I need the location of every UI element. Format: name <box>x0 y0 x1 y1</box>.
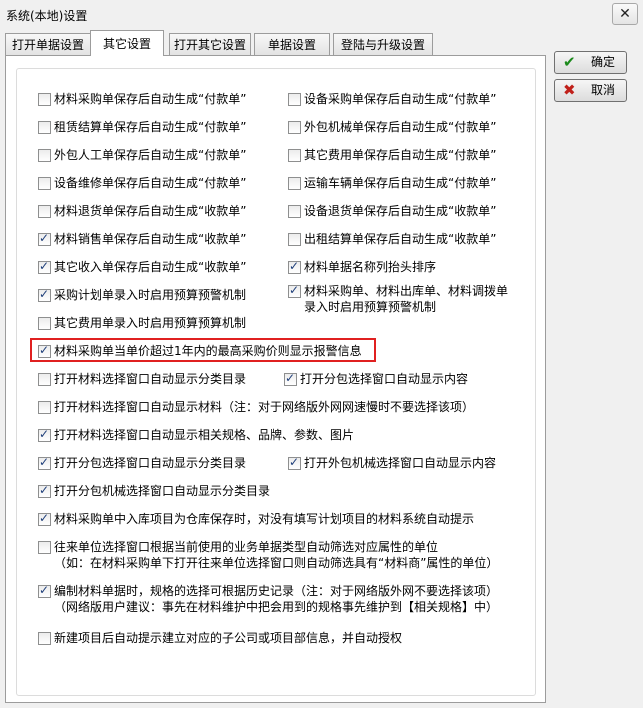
checkbox-box[interactable] <box>38 317 51 330</box>
option-label: 打开分包选择窗口自动显示内容 <box>300 372 469 386</box>
checkbox-box[interactable] <box>38 93 51 106</box>
tab-open-document-settings[interactable]: 打开单据设置 <box>5 33 91 55</box>
option-label: 打开分包机械选择窗口自动显示分类目录 <box>54 484 271 498</box>
highlight-frame <box>30 338 376 362</box>
checkbox-box[interactable] <box>38 287 51 302</box>
checkbox-box[interactable] <box>38 149 51 162</box>
option-label: 材料采购单、材料出库单、材料调拨单 <box>304 284 509 298</box>
option-label: 材料采购单保存后自动生成“付款单” <box>54 92 247 106</box>
option-label: 打开分包选择窗口自动显示分类目录 <box>54 456 247 470</box>
option-label: 编制材料单据时，规格的选择可根据历史记录（注：对于网络版外网不要选择该项） <box>54 584 499 598</box>
checkbox-box[interactable] <box>38 427 51 442</box>
checkbox-box[interactable] <box>288 149 301 162</box>
window-title: 系统(本地)设置 <box>6 9 88 23</box>
checkbox-box[interactable] <box>38 231 51 246</box>
x-icon: ✖ <box>563 81 576 99</box>
option-label: 打开材料选择窗口自动显示相关规格、品牌、参数、图片 <box>54 428 355 442</box>
check-icon: ✔ <box>563 53 576 71</box>
option-label: 租赁结算单保存后自动生成“付款单” <box>54 120 247 134</box>
option-sublabel: （网络版用户建议：事先在材料维护中把会用到的规格事先维护到【相关规格】中） <box>54 600 499 614</box>
checkbox-box[interactable] <box>38 632 51 645</box>
option-label: 往来单位选择窗口根据当前使用的业务单据类型自动筛选对应属性的单位 <box>54 540 439 554</box>
checkbox-box[interactable] <box>288 283 301 298</box>
cancel-button[interactable]: ✖ 取消 <box>554 79 627 102</box>
checkbox-box[interactable] <box>288 205 301 218</box>
checkbox-box[interactable] <box>38 455 51 470</box>
option-label: 设备维修单保存后自动生成“付款单” <box>54 176 247 190</box>
checkbox-box[interactable] <box>38 259 51 274</box>
option-label: 打开外包机械选择窗口自动显示内容 <box>304 456 497 470</box>
option-label: 采购计划单录入时启用预算预警机制 <box>54 288 247 302</box>
checkbox-box[interactable] <box>284 371 297 386</box>
checkbox-box[interactable] <box>38 205 51 218</box>
option-label: 外包人工单保存后自动生成“付款单” <box>54 148 247 162</box>
checkbox-box[interactable] <box>38 373 51 386</box>
title-bar: 系统(本地)设置 ✕ <box>0 0 643 28</box>
option-label: 设备采购单保存后自动生成“付款单” <box>304 92 497 106</box>
option-label: 其它费用单保存后自动生成“付款单” <box>304 148 497 162</box>
option-label: 运输车辆单保存后自动生成“付款单” <box>304 176 497 190</box>
checkbox-box[interactable] <box>38 121 51 134</box>
option-label: 出租结算单保存后自动生成“收款单” <box>304 232 497 246</box>
option-label: 其它收入单保存后自动生成“收款单” <box>54 260 247 274</box>
checkbox-box[interactable] <box>288 93 301 106</box>
checkbox-box[interactable] <box>288 455 301 470</box>
option-label: 新建项目后自动提示建立对应的子公司或项目部信息，并自动授权 <box>54 631 403 645</box>
close-button[interactable]: ✕ <box>612 3 638 25</box>
tab-document-settings[interactable]: 单据设置 <box>254 33 330 55</box>
option-sublabel: （如：在材料采购单下打开往来单位选择窗口则自动筛选具有“材料商”属性的单位） <box>54 556 499 570</box>
option-label: 打开材料选择窗口自动显示材料（注：对于网络版外网网速慢时不要选择该项） <box>54 400 475 414</box>
tab-login-upgrade-settings[interactable]: 登陆与升级设置 <box>333 33 433 55</box>
close-icon: ✕ <box>619 6 631 22</box>
option-label: 材料退货单保存后自动生成“收款单” <box>54 204 247 218</box>
option-label: 其它费用单录入时启用预算预算机制 <box>54 316 247 330</box>
option-label: 打开材料选择窗口自动显示分类目录 <box>54 372 247 386</box>
checkbox-box[interactable] <box>38 401 51 414</box>
option-label: 材料采购单中入库项目为仓库保存时，对没有填写计划项目的材料系统自动提示 <box>54 512 475 526</box>
checkbox-box[interactable] <box>38 177 51 190</box>
option-label: 外包机械单保存后自动生成“付款单” <box>304 120 497 134</box>
checkbox-box[interactable] <box>288 177 301 190</box>
option-sublabel: 录入时启用预算预警机制 <box>304 300 437 314</box>
checkbox-box[interactable] <box>288 121 301 134</box>
checkbox-box[interactable] <box>38 511 51 526</box>
option-label: 材料单据名称列抬头排序 <box>304 260 437 274</box>
tab-other-settings[interactable]: 其它设置 <box>90 30 164 56</box>
checkbox-box[interactable] <box>38 541 51 554</box>
settings-panel: 材料采购单保存后自动生成“付款单” 设备采购单保存后自动生成“付款单” 租赁结算单保… <box>5 55 546 703</box>
checkbox-box[interactable] <box>288 259 301 274</box>
ok-button[interactable]: ✔ 确定 <box>554 51 627 74</box>
checkbox-box[interactable] <box>288 233 301 246</box>
option-label: 设备退货单保存后自动生成“收款单” <box>304 204 497 218</box>
checkbox-box[interactable] <box>38 583 51 598</box>
tab-open-other-settings[interactable]: 打开其它设置 <box>169 33 251 55</box>
option-label: 材料销售单保存后自动生成“收款单” <box>54 232 247 246</box>
checkbox-box[interactable] <box>38 483 51 498</box>
